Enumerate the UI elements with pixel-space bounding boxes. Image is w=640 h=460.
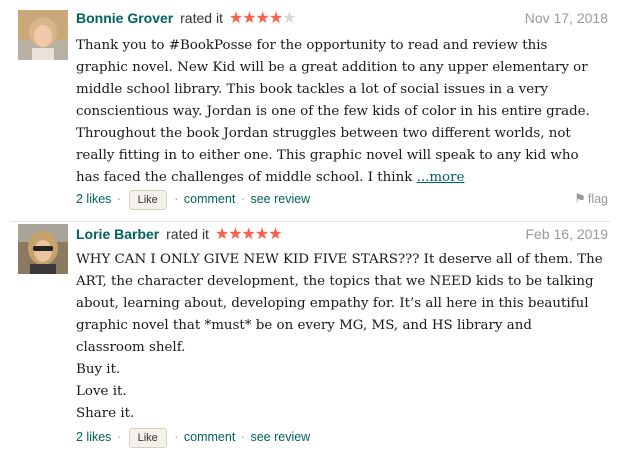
star-icon: ★	[242, 10, 256, 27]
review-text-line: classroom shelf.	[76, 340, 186, 355]
likes-count-link[interactable]: 2 likes	[76, 192, 111, 206]
comment-link[interactable]: comment	[184, 192, 235, 206]
star-icon: ★	[214, 226, 229, 243]
star-icon: ★	[228, 226, 242, 243]
review-text-line: conscientious way. Jordan is one of the …	[76, 104, 590, 119]
review-text-line: really fitting in to either one. This gr…	[76, 148, 579, 163]
review-text-line: graphic novel. New Kid will be a great a…	[76, 60, 588, 75]
flag-link[interactable]: ⚑ flag	[574, 189, 608, 209]
flag-label: flag	[587, 192, 608, 206]
review-header: Bonnie Grover rated it ★★★★★ Nov 17, 201…	[76, 9, 608, 27]
comment-link[interactable]: comment	[184, 430, 235, 444]
star-icon: ★	[268, 10, 283, 27]
avatar[interactable]	[18, 10, 68, 60]
rated-label: rated it	[166, 226, 209, 242]
rated-label: rated it	[180, 10, 223, 26]
star-icon: ★	[228, 10, 243, 27]
review-text-line: middle school library. This book tackles…	[76, 82, 549, 97]
review-card: Lorie Barber rated it ★★★★★ Feb 16, 2019…	[0, 222, 640, 460]
review-text-line: Love it.	[76, 384, 127, 399]
avatar[interactable]	[18, 224, 68, 274]
review-text-line: about, learning about, developing empath…	[76, 296, 589, 311]
like-button[interactable]: Like	[128, 427, 167, 448]
star-icon: ★	[268, 226, 282, 243]
author-link[interactable]: Bonnie Grover	[76, 10, 173, 26]
review-footer: 2 likes · Like · comment · see review ⚑ f…	[76, 189, 608, 210]
review-text-line: Throughout the book Jordan struggles bet…	[76, 126, 571, 141]
star-icon: ★	[254, 226, 269, 243]
flag-icon: ⚑	[574, 191, 586, 206]
review-body: Thank you to #BookPosse for the opportun…	[76, 35, 616, 189]
review-text-fragment: has faced the challenges of middle schoo…	[76, 170, 417, 185]
review-text-line: Buy it.	[76, 362, 121, 377]
star-rating: ★★★★★	[228, 10, 297, 27]
see-review-link[interactable]: see review	[250, 192, 310, 206]
review-text-line: Share it.	[76, 406, 135, 421]
review-body: WHY CAN I ONLY GIVE NEW KID FIVE STARS??…	[76, 249, 616, 425]
review-card: Bonnie Grover rated it ★★★★★ Nov 17, 201…	[0, 0, 640, 222]
review-footer: 2 likes · Like · comment · see review	[76, 427, 608, 448]
review-text-line: ART, the character development, the topi…	[76, 274, 594, 289]
review-text-line: graphic novel that *must* be on every MG…	[76, 318, 532, 333]
see-review-link[interactable]: see review	[250, 430, 310, 444]
review-text-line: has faced the challenges of middle schoo…	[76, 167, 616, 189]
review-header: Lorie Barber rated it ★★★★★ Feb 16, 2019	[76, 225, 608, 243]
more-link[interactable]: ...more	[417, 170, 465, 185]
review-text-line: Thank you to #BookPosse for the opportun…	[76, 38, 548, 53]
review-date[interactable]: Nov 17, 2018	[525, 9, 608, 27]
author-link[interactable]: Lorie Barber	[76, 226, 159, 242]
star-icon: ★	[282, 10, 296, 27]
star-rating: ★★★★★	[214, 226, 283, 243]
review-date[interactable]: Feb 16, 2019	[525, 225, 608, 243]
review-text-line: WHY CAN I ONLY GIVE NEW KID FIVE STARS??…	[76, 252, 603, 267]
star-icon: ★	[241, 226, 256, 243]
likes-count-link[interactable]: 2 likes	[76, 430, 111, 444]
like-button[interactable]: Like	[128, 189, 167, 210]
star-icon: ★	[255, 10, 270, 27]
